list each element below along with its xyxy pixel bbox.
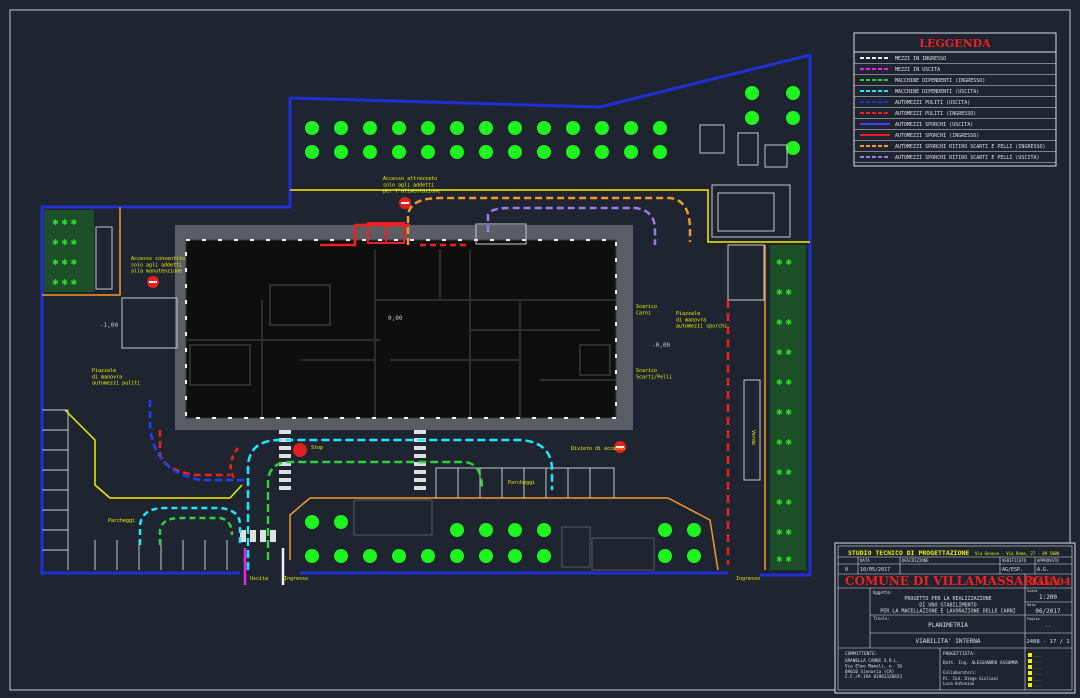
svg-text:Scala: Scala <box>1027 589 1038 593</box>
svg-text:✱ ✱ ✱: ✱ ✱ ✱ <box>52 238 77 247</box>
svg-text:06/2017: 06/2017 <box>1035 608 1061 615</box>
svg-text:----: ---- <box>1034 654 1041 658</box>
svg-text:✱ ✱: ✱ ✱ <box>776 288 792 297</box>
parking-stalls <box>42 409 615 570</box>
legend: LEGGENDA MEZZI IN INGRESSO MEZZI IN USCIT… <box>853 32 1057 167</box>
route-cyan-park <box>138 506 242 545</box>
quota-mid: 0,00 <box>388 315 403 322</box>
committente-text: GRANELLA CARNI S.R.L. Via Elmo Mameli, n.… <box>845 658 902 680</box>
svg-text:DESCRIZIONE: DESCRIZIONE <box>902 558 929 563</box>
svg-text:PROGETTISTA:: PROGETTISTA: <box>943 651 976 657</box>
svg-text:Collaboratori:: Collaboratori: <box>943 670 977 675</box>
svg-text:DATA: DATA <box>860 558 870 563</box>
label-stop: Stop <box>311 445 323 451</box>
studio-sub: Via Genova - Via Roma, 27 - 09 5000 <box>975 551 1060 556</box>
svg-text:✱ ✱: ✱ ✱ <box>776 408 792 417</box>
label-piazzale-left: Piazzale di manovra automezzi puliti <box>92 368 140 387</box>
svg-text:✱ ✱: ✱ ✱ <box>776 378 792 387</box>
label-scarico-top: Scarico Carni <box>636 304 657 316</box>
legend-title: LEGGENDA <box>919 37 991 50</box>
label-parcheggi-left: Parcheggi <box>108 518 135 524</box>
svg-text:----: ---- <box>1034 672 1041 676</box>
titolo-text: PLANIMETRIA <box>928 622 968 629</box>
studio-title: STUDIO TECNICO DI PROGETTAZIONE <box>848 549 969 557</box>
legend-label: MEZZI IN USCITA <box>895 67 940 73</box>
svg-text:✱ ✱ ✱: ✱ ✱ ✱ <box>52 278 77 287</box>
route-red-left <box>158 430 230 477</box>
label-uscita: Uscita <box>250 576 268 582</box>
svg-text:APPROVATO: APPROVATO <box>1037 558 1059 563</box>
svg-text:✱ ✱: ✱ ✱ <box>776 498 792 507</box>
svg-text:✱ ✱: ✱ ✱ <box>776 528 792 537</box>
svg-text:----: ---- <box>1034 660 1041 664</box>
svg-text:Foglio: Foglio <box>1027 617 1040 621</box>
legend-label: AUTOMEZZI SPORCHI RITIRO SCARTI E PELLI … <box>895 144 1046 150</box>
legend-label: AUTOMEZZI SPORCHI RITIRO SCARTI E PELLI … <box>895 155 1040 161</box>
label-access-left: Accesso consentito solo agli addetti alla … <box>131 256 185 275</box>
quota-right: -0,00 <box>652 342 670 349</box>
route-green-park <box>158 516 234 545</box>
svg-text:VERIFICATO: VERIFICATO <box>1002 558 1027 563</box>
descrizione-text: VIABILITA' INTERNA <box>915 638 980 645</box>
svg-text:COMMITTENTE:: COMMITTENTE: <box>845 651 878 657</box>
comune-title: COMUNE DI VILLAMASSARGIA <box>845 574 1059 588</box>
legend-label: MACCHINE DIPENDENTI (USCITA) <box>895 89 979 95</box>
svg-text:✱ ✱ ✱: ✱ ✱ ✱ <box>52 258 77 267</box>
svg-text:Data: Data <box>1027 603 1035 607</box>
svg-text:✱ ✱: ✱ ✱ <box>776 258 792 267</box>
svg-text:----: ---- <box>1034 678 1041 682</box>
label-ingresso-right: Ingresso <box>736 576 760 582</box>
quota-left: -1,00 <box>100 322 118 329</box>
legend-label: MEZZI IN INGRESSO <box>895 56 946 62</box>
legend-label: AUTOMEZZI PULITI (INGRESSO) <box>895 111 976 117</box>
svg-text:✱ ✱: ✱ ✱ <box>776 555 792 564</box>
svg-text:10/05/2017: 10/05/2017 <box>860 567 890 573</box>
svg-text:AG/ESP.: AG/ESP. <box>1002 567 1023 573</box>
svg-text:0: 0 <box>845 567 848 573</box>
svg-text:✱ ✱: ✱ ✱ <box>776 468 792 477</box>
svg-text:----: ---- <box>1034 666 1041 670</box>
svg-text:✱ ✱: ✱ ✱ <box>776 318 792 327</box>
route-red-exit <box>229 447 240 481</box>
svg-text:✱ ✱: ✱ ✱ <box>776 348 792 357</box>
label-piazzale-right: Piazzale di manovra automezzi sporchi <box>676 311 727 330</box>
site-plan-drawing: ✱ ✱ ✱ ✱ ✱ ✱ ✱ ✱ ✱ ✱ ✱ ✱ ✱ ✱ ✱ ✱ ✱ ✱ ✱ ✱ ✱ ✱ ✱ ✱ ✱… <box>9 9 1076 694</box>
svg-text:Dott. Ing. ALESSANDRO ASSUMMA: Dott. Ing. ALESSANDRO ASSUMMA <box>943 660 1018 666</box>
label-parcheggi-mid: Parcheggi <box>508 480 535 486</box>
label-scarico-right: Scarico Scarti/Pelli <box>636 368 672 380</box>
route-green-main <box>266 460 484 560</box>
svg-text:A.G.: A.G. <box>1037 567 1049 573</box>
svg-text:Oggetto:: Oggetto: <box>873 590 892 595</box>
title-block: STUDIO TECNICO DI PROGETTAZIONE Via Geno… <box>834 542 1076 694</box>
label-verde: Verde <box>750 430 756 445</box>
svg-text:✱ ✱: ✱ ✱ <box>776 438 792 447</box>
legend-label: AUTOMEZZI SPORCHI (USCITA) <box>895 122 973 128</box>
tav-label: TAV. 04 <box>1030 577 1071 588</box>
svg-text:✱ ✱ ✱: ✱ ✱ ✱ <box>52 218 77 227</box>
svg-text:--: -- <box>1045 624 1051 630</box>
svg-text:Titolo:: Titolo: <box>873 616 890 621</box>
label-ingresso: Ingresso <box>284 576 308 582</box>
svg-text:----: ---- <box>1034 684 1041 688</box>
svg-text:1:200: 1:200 <box>1039 594 1057 601</box>
legend-label: MACCHINE DIPENDENTI (INGRESSO) <box>895 78 985 84</box>
legend-label: AUTOMEZZI SPORCHI (INGRESSO) <box>895 133 979 139</box>
svg-text:2408 - 17 / 1: 2408 - 17 / 1 <box>1026 639 1069 645</box>
legend-label: AUTOMEZZI PULITI (USCITA) <box>895 100 970 106</box>
label-access-top: Accesso attrezzato solo agli addetti per l… <box>383 176 440 195</box>
label-divieto: Divieto di accesso <box>571 446 625 452</box>
